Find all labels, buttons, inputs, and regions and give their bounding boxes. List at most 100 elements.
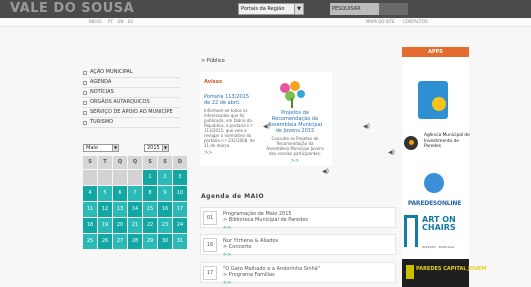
- calendar-day[interactable]: 26: [98, 234, 112, 249]
- calendar-day[interactable]: 8: [143, 186, 157, 201]
- notice-heading[interactable]: Portaria 113/2015 de 22 de abril.: [204, 94, 256, 106]
- agenda-item[interactable]: 16 Nur Ytrhena & Aliados > Concerto >>: [200, 234, 396, 258]
- agenda-text: "O Gato Malhado e a Andorinha Sinhá" > P…: [223, 266, 391, 286]
- breadcrumb[interactable]: > Público: [201, 58, 225, 64]
- top-bar: VALE DO SOUSA Portais da Região ▼ PESQUI…: [0, 0, 531, 18]
- year-select-value: 2015: [147, 145, 160, 151]
- calendar-day[interactable]: 31: [173, 234, 187, 249]
- notice-portaria[interactable]: Portaria 113/2015 de 22 de abril. Inform…: [204, 94, 256, 156]
- bullet-icon: [83, 100, 87, 105]
- agency-logo-icon: [404, 136, 418, 150]
- speaker-icon[interactable]: ◀): [263, 123, 270, 130]
- calendar-day[interactable]: 17: [173, 202, 187, 217]
- menu-item-label: AÇÃO MUNICIPAL: [90, 69, 133, 75]
- subnav-lang-pt[interactable]: PT: [108, 19, 113, 24]
- capital-jovem-mark-icon: [406, 265, 414, 279]
- calendar-day[interactable]: 11: [83, 202, 97, 217]
- art-on-chairs-banner[interactable]: ART ON CHAIRS PAREDES · PORTUGAL: [402, 213, 469, 257]
- speaker-icon[interactable]: ◀): [388, 149, 395, 156]
- agenda-item[interactable]: 01 Programação de Maio 2015 > Biblioteca…: [200, 207, 396, 231]
- month-select[interactable]: Maio ▼: [83, 144, 119, 152]
- apps-header: APPS: [402, 47, 469, 57]
- paredes-online-banner[interactable]: PAREDESONLINE: [402, 173, 467, 213]
- calendar-empty-cell: [128, 170, 142, 185]
- calendar-day[interactable]: 1: [143, 170, 157, 185]
- agenda-text: Programação de Maio 2015 > Biblioteca Mu…: [223, 211, 391, 231]
- calendar-week-row: 1 2 3: [83, 170, 189, 185]
- page: VALE DO SOUSA Portais da Região ▼ PESQUI…: [0, 0, 531, 287]
- agenda-text: Nur Ytrhena & Aliados > Concerto >>: [223, 238, 391, 258]
- menu-item-acao-municipal[interactable]: AÇÃO MUNICIPAL: [83, 68, 180, 78]
- calendar-day[interactable]: 5: [98, 186, 112, 201]
- menu-item-noticias[interactable]: NOTÍCIAS: [83, 88, 180, 98]
- capital-jovem-banner[interactable]: PAREDES CAPITAL JOVEM: [402, 259, 486, 287]
- menu-item-label: AGENDA: [90, 79, 112, 85]
- calendar-day[interactable]: 27: [113, 234, 127, 249]
- chevron-down-icon: ▼: [294, 4, 303, 14]
- menu-item-label: NOTÍCIAS: [90, 89, 114, 95]
- calendar-day[interactable]: 9: [158, 186, 172, 201]
- speaker-icon[interactable]: ◀): [363, 123, 370, 130]
- search-button[interactable]: [379, 3, 408, 15]
- agenda-more-link[interactable]: >>: [223, 225, 391, 231]
- calendar-day[interactable]: 2: [158, 170, 172, 185]
- brand-logo[interactable]: VALE DO SOUSA: [10, 1, 134, 16]
- left-menu: AÇÃO MUNICIPAL AGENDA NOTÍCIAS ORGÃOS AU…: [83, 68, 180, 128]
- calendar-day[interactable]: 3: [173, 170, 187, 185]
- notice-more-link[interactable]: >>: [266, 158, 324, 164]
- calendar-day[interactable]: 14: [128, 202, 142, 217]
- menu-item-label: SERVIÇO DE APOIO AO MUNICÍPE: [90, 109, 173, 115]
- agenda-more-link[interactable]: >>: [223, 252, 391, 258]
- chevron-down-icon: ▼: [112, 145, 118, 151]
- calendar-day[interactable]: 24: [173, 218, 187, 233]
- subnav-contacts[interactable]: CONTACTOS: [403, 19, 428, 24]
- calendar-day[interactable]: 20: [113, 218, 127, 233]
- calendar-day[interactable]: 21: [128, 218, 142, 233]
- calendar-controls: Maio ▼ 2015 ▼: [83, 144, 187, 153]
- calendar-day[interactable]: 22: [143, 218, 157, 233]
- weekday-label: D: [173, 156, 187, 169]
- calendar-day[interactable]: 23: [158, 218, 172, 233]
- agenda-title: Agenda de MAIO: [201, 193, 265, 200]
- menu-item-orgaos[interactable]: ORGÃOS AUTARQUICOS: [83, 98, 180, 108]
- menu-item-turismo[interactable]: TURISMO: [83, 118, 180, 128]
- sun-icon: [432, 97, 446, 111]
- calendar-day[interactable]: 19: [98, 218, 112, 233]
- agenda-item[interactable]: 17 "O Gato Malhado e a Andorinha Sinhá" …: [200, 262, 396, 286]
- calendar-week-row: 11 12 13 14 15 16 17: [83, 202, 189, 217]
- subnav-lang-en[interactable]: EN: [118, 19, 124, 24]
- calendar-day[interactable]: 29: [143, 234, 157, 249]
- calendar-weekday-row: S T Q Q S S D: [83, 156, 189, 169]
- calendar-day[interactable]: 7: [128, 186, 142, 201]
- subnav-home[interactable]: INÍCIO: [89, 19, 101, 24]
- year-select[interactable]: 2015 ▼: [144, 144, 169, 152]
- calendar-day[interactable]: 12: [98, 202, 112, 217]
- calendar-day[interactable]: 28: [128, 234, 142, 249]
- menu-item-agenda[interactable]: AGENDA: [83, 78, 180, 88]
- capital-jovem-label: PAREDES CAPITAL JOVEM: [416, 266, 487, 272]
- subnav-sitemap[interactable]: MAPA DO SITE: [366, 19, 395, 24]
- agenda-more-link[interactable]: >>: [223, 280, 391, 286]
- notice-more-link[interactable]: >>: [204, 150, 256, 156]
- weather-app-icon[interactable]: [418, 81, 448, 119]
- menu-item-servico-apoio[interactable]: SERVIÇO DE APOIO AO MUNICÍPE: [83, 108, 180, 118]
- paredes-online-icon: [424, 173, 444, 193]
- calendar-day[interactable]: 15: [143, 202, 157, 217]
- calendar-day[interactable]: 18: [83, 218, 97, 233]
- calendar-day[interactable]: 10: [173, 186, 187, 201]
- subnav-lang-es[interactable]: ES: [128, 19, 133, 24]
- calendar-day[interactable]: 30: [158, 234, 172, 249]
- calendar-day[interactable]: 13: [113, 202, 127, 217]
- menu-item-label: TURISMO: [90, 119, 114, 125]
- speaker-icon[interactable]: ◀): [322, 168, 329, 175]
- calendar-day[interactable]: 16: [158, 202, 172, 217]
- search-input[interactable]: PESQUISAR: [330, 3, 379, 15]
- portal-select[interactable]: Portais da Região ▼: [238, 3, 304, 15]
- notice-heading[interactable]: Projetos de Recomendação da Assembleia M…: [266, 110, 324, 134]
- notice-assembleia[interactable]: Projetos de Recomendação da Assembleia M…: [266, 110, 324, 164]
- calendar-day[interactable]: 4: [83, 186, 97, 201]
- calendar-day[interactable]: 25: [83, 234, 97, 249]
- bullet-icon: [83, 90, 87, 95]
- paredes-online-label: PAREDESONLINE: [407, 200, 462, 207]
- calendar-day[interactable]: 6: [113, 186, 127, 201]
